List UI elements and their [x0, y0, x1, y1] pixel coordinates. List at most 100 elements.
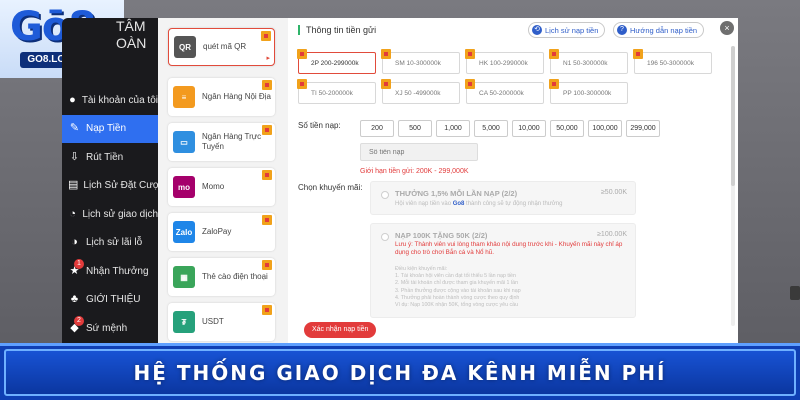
deposit-channel[interactable]: TI 50-200000k — [297, 79, 376, 104]
deposit-guide-button[interactable]: ? Hướng dẫn nạp tiền — [613, 22, 705, 38]
promo-title: NẠP 100K TẶNG 50K (2/2) — [395, 231, 488, 240]
channel-label: 2P 200-299000k — [311, 59, 359, 67]
payment-method-label: Ngân Hàng Trực Tuyến — [202, 132, 262, 151]
sidebar-heading: TÂM OÀN — [116, 18, 147, 51]
close-icon[interactable]: × — [720, 21, 734, 35]
deposit-channel[interactable]: SM 10-300000k — [381, 49, 460, 74]
sidebar-item-label: Sứ mệnh — [86, 322, 128, 334]
sidebar-item[interactable]: ★ Nhận Thưởng 1 — [62, 257, 158, 286]
confirm-deposit-button[interactable]: Xác nhận nạp tiền — [304, 322, 377, 338]
amount-option[interactable]: 200 — [360, 120, 394, 137]
deposit-history-label: Lịch sử nạp tiền — [545, 25, 599, 35]
sidebar-item[interactable]: ▤ Lịch Sử Đặt Cược — [62, 172, 165, 201]
payment-method[interactable]: Zalo ZaloPay — [168, 213, 275, 251]
amount-option[interactable]: 1,000 — [436, 120, 470, 137]
hot-tag-icon — [262, 305, 272, 315]
sidebar-item-label: Rút Tiền — [86, 151, 124, 163]
deposit-modal: QR quét mã QR ▸ ≡ Ngân Hàng Nội Địa ▭ Ngân Hàn… — [158, 18, 738, 343]
deposit-channel[interactable]: XJ 50 -499000k — [381, 79, 460, 104]
promo-radio[interactable] — [381, 191, 389, 199]
promo-min-amount: ≥100.00K — [597, 231, 627, 238]
page-scroll-handle[interactable] — [790, 286, 800, 300]
amount-option[interactable]: 5,000 — [474, 120, 508, 137]
channel-label: CA 50-200000k — [479, 89, 524, 97]
payment-method[interactable]: ▦ Thẻ cào điện thoại — [168, 258, 275, 296]
promo-min-amount: ≥50.00K — [600, 189, 627, 196]
amount-label: Số tiền nạp: — [298, 121, 341, 130]
history-icon: ⟲ — [532, 25, 542, 35]
payment-method-label: ZaloPay — [202, 227, 232, 236]
channel-label: 196 50-300000k — [647, 59, 694, 67]
deposit-channel[interactable]: CA 50-200000k — [465, 79, 544, 104]
hot-tag-icon — [262, 125, 272, 135]
payment-method-label: Thẻ cào điện thoại — [202, 272, 268, 281]
bet-history-icon: ▤ — [68, 179, 79, 192]
sidebar-item-label: Nạp Tiền — [86, 123, 127, 135]
domestic-bank-icon: ≡ — [173, 86, 195, 108]
scrollbar-thumb[interactable] — [731, 46, 735, 186]
payment-method-label: quét mã QR — [203, 42, 247, 51]
sidebar-item[interactable]: ♣ GIỚI THIỆU — [62, 286, 158, 315]
help-icon: ? — [617, 25, 627, 35]
payment-method-list: QR quét mã QR ▸ ≡ Ngân Hàng Nội Địa ▭ Ngân Hàn… — [158, 18, 288, 343]
deposit-channel[interactable]: 2P 200-299000k — [297, 49, 376, 74]
sidebar-item-label: GIỚI THIỆU — [86, 294, 141, 306]
sidebar-item-label: Tài khoản của tôi — [81, 94, 158, 106]
channel-label: XJ 50 -499000k — [395, 89, 441, 97]
sidebar-item[interactable]: ◆ Sứ mệnh 2 — [62, 314, 158, 343]
deposit-channel[interactable]: PP 100-300000k — [549, 79, 628, 104]
hot-tag-icon — [262, 80, 272, 90]
sidebar-item-label: Nhận Thưởng — [86, 265, 149, 277]
selected-arrow-icon: ▸ — [266, 55, 270, 62]
hot-tag-icon — [633, 49, 643, 59]
amount-option[interactable]: 500 — [398, 120, 432, 137]
sidebar-item[interactable]: ◔ Lịch sử giao dịch — [62, 200, 158, 229]
deposit-channel[interactable]: 196 50-300000k — [633, 49, 712, 74]
hot-tag-icon — [262, 260, 272, 270]
hot-tag-icon — [381, 49, 391, 59]
hot-tag-icon — [262, 215, 272, 225]
sidebar-item-label: Lịch sử giao dịch — [82, 208, 158, 220]
deposit-icon: ✎ — [69, 122, 80, 135]
hot-tag-icon — [465, 79, 475, 89]
sidebar-item[interactable]: ● Tài khoản của tôi — [62, 86, 158, 115]
promo-option[interactable]: THƯỞNG 1,5% MỖI LẦN NẠP (2/2) ≥50.00K Hộ… — [370, 181, 636, 215]
payment-method[interactable]: mo Momo — [168, 168, 275, 206]
amount-option[interactable]: 100,000 — [588, 120, 622, 137]
sidebar-item[interactable]: ✎ Nạp Tiền — [62, 114, 158, 143]
deposit-history-button[interactable]: ⟲ Lịch sử nạp tiền — [528, 22, 606, 38]
amount-option[interactable]: 50,000 — [550, 120, 584, 137]
sidebar-item[interactable]: ⇩ Rút Tiền — [62, 143, 158, 172]
hot-tag-icon — [549, 79, 559, 89]
payment-method-label: USDT — [202, 317, 224, 326]
profit-loss-icon: ◑ — [71, 236, 78, 249]
payment-method[interactable]: ≡ Ngân Hàng Nội Địa — [168, 78, 275, 116]
payment-method[interactable]: QR quét mã QR ▸ — [168, 28, 275, 66]
withdraw-icon: ⇩ — [69, 150, 80, 163]
promo-description: Hội viên nạp tiền vào Go8 thành công sẽ … — [395, 201, 563, 207]
hot-tag-icon — [381, 79, 391, 89]
phone-card-icon: ▦ — [173, 266, 195, 288]
promo-option[interactable]: NẠP 100K TẶNG 50K (2/2) ≥100.00K Lưu ý: … — [370, 223, 636, 318]
deposit-channel[interactable]: HK 100-299000k — [465, 49, 544, 74]
account-sidebar: ● Tài khoản của tôi ✎ Nạp Tiền ⇩ Rút Tiền ▤ Lịc… — [62, 18, 165, 362]
channel-label: TI 50-200000k — [311, 89, 353, 97]
hot-tag-icon — [262, 170, 272, 180]
promo-radio[interactable] — [381, 233, 389, 241]
sidebar-item[interactable]: ◑ Lịch sử lãi lỗ — [62, 229, 158, 258]
amount-option[interactable]: 299,000 — [626, 120, 660, 137]
payment-method-label: Ngân Hàng Nội Địa — [202, 92, 271, 101]
amount-input[interactable] — [360, 143, 478, 161]
hot-tag-icon — [261, 31, 271, 41]
payment-method[interactable]: ₮ USDT — [168, 303, 275, 341]
banner-frame: HỆ THỐNG GIAO DỊCH ĐA KÊNH MIỄN PHÍ — [4, 349, 796, 396]
payment-method[interactable]: ▭ Ngân Hàng Trực Tuyến — [168, 123, 275, 161]
banner-text: HỆ THỐNG GIAO DỊCH ĐA KÊNH MIỄN PHÍ — [133, 360, 667, 385]
deposit-channel[interactable]: N1 50-300000k — [549, 49, 628, 74]
amount-option[interactable]: 10,000 — [512, 120, 546, 137]
payment-method-label: Momo — [202, 182, 225, 191]
hot-tag-icon — [465, 49, 475, 59]
transaction-history-icon: ◔ — [69, 207, 77, 220]
promo-warning: Lưu ý: Thành viên vui lòng tham khảo nội… — [395, 241, 623, 256]
modal-scrollbar[interactable] — [731, 46, 735, 326]
